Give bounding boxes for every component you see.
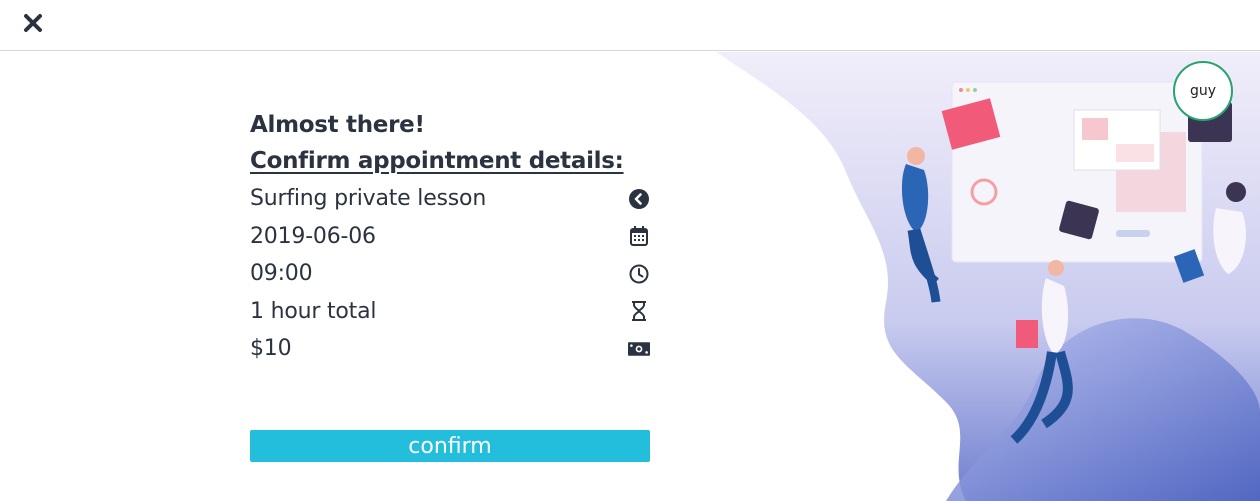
money-icon: [628, 338, 650, 360]
detail-service: Surfing private lesson: [250, 180, 650, 218]
back-circle-icon[interactable]: [628, 188, 650, 210]
confirm-button[interactable]: confirm: [250, 430, 650, 462]
detail-time: 09:00: [250, 255, 650, 293]
top-bar: [0, 0, 1260, 51]
close-icon: [24, 14, 42, 32]
hourglass-icon: [628, 300, 650, 322]
clock-icon: [628, 263, 650, 285]
appointment-time: 09:00: [250, 261, 313, 287]
subheading: Confirm appointment details:: [250, 148, 624, 174]
hero-illustration: [716, 52, 1260, 501]
confirmation-panel: Almost there! Confirm appointment detail…: [250, 108, 650, 368]
user-avatar[interactable]: guy: [1173, 61, 1233, 121]
appointment-price: $10: [250, 336, 292, 362]
appointment-duration: 1 hour total: [250, 298, 377, 324]
heading: Almost there!: [250, 112, 425, 138]
avatar-label: guy: [1189, 83, 1217, 99]
calendar-icon: [628, 225, 650, 247]
appointment-date: 2019-06-06: [250, 223, 376, 249]
close-button[interactable]: [22, 12, 44, 34]
detail-duration: 1 hour total: [250, 293, 650, 331]
detail-date: 2019-06-06: [250, 218, 650, 256]
service-name: Surfing private lesson: [250, 186, 487, 212]
detail-price: $10: [250, 330, 650, 368]
